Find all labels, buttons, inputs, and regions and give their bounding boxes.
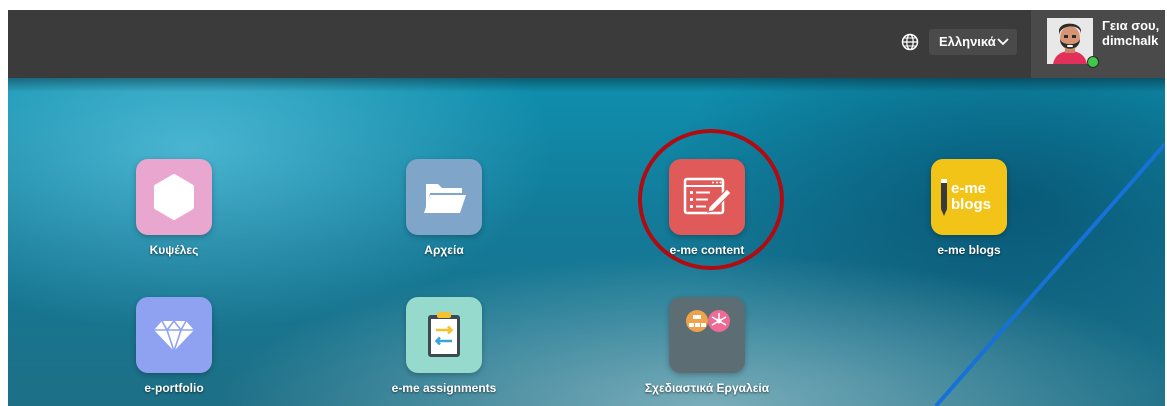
app-tile [136, 159, 212, 235]
app-archeia[interactable]: Αρχεία [354, 159, 534, 257]
top-bar: Ελληνικά Γεια σου, dimchalk [8, 10, 1165, 78]
blogs-icon-text-2: blogs [951, 196, 991, 213]
app-label: e-portfolio [144, 381, 204, 395]
app-tile [406, 159, 482, 235]
hexagon-icon [154, 174, 194, 220]
app-window: Ελληνικά Γεια σου, dimchalk Κυψέλες Αρχε… [8, 10, 1165, 406]
app-e-me-blogs[interactable]: e-me blogs e-me blogs [879, 159, 1059, 257]
design-tools-folder-icon [686, 310, 730, 332]
desktop-area: Κυψέλες Αρχεία e-me content e-me blogs e… [8, 78, 1165, 406]
language-select-value: Ελληνικά [939, 34, 996, 49]
blogs-icon: e-me blogs [941, 179, 991, 216]
app-design-tools-folder[interactable]: Σχεδιαστικά Εργαλεία [617, 297, 797, 395]
clipboard-icon [428, 312, 460, 357]
user-greeting: Γεια σου, dimchalk [1102, 18, 1164, 48]
app-tile: e-me blogs [931, 159, 1007, 235]
app-label: e-me blogs [937, 243, 1001, 257]
username: dimchalk [1102, 33, 1159, 48]
highlight-circle-annotation [638, 129, 784, 270]
app-label: Αρχεία [424, 243, 464, 257]
online-status-indicator [1087, 56, 1099, 68]
app-tile [669, 297, 745, 373]
app-e-portfolio[interactable]: e-portfolio [84, 297, 264, 395]
app-label: e-me assignments [391, 381, 497, 395]
chevron-down-icon [997, 38, 1009, 46]
app-label: Κυψέλες [149, 243, 199, 257]
app-tile [136, 297, 212, 373]
diamond-icon [154, 319, 194, 354]
globe-icon[interactable] [901, 33, 919, 51]
app-e-me-assignments[interactable]: e-me assignments [354, 297, 534, 395]
folder-icon [424, 184, 466, 213]
greeting-text: Γεια σου, [1102, 18, 1160, 33]
app-kypseles[interactable]: Κυψέλες [84, 159, 264, 257]
language-select[interactable]: Ελληνικά [929, 29, 1017, 55]
avatar [1047, 18, 1093, 64]
blogs-icon-text-1: e-me [951, 180, 986, 197]
app-tile [406, 297, 482, 373]
app-label: Σχεδιαστικά Εργαλεία [644, 381, 770, 395]
user-menu[interactable]: Γεια σου, dimchalk [1031, 10, 1165, 78]
